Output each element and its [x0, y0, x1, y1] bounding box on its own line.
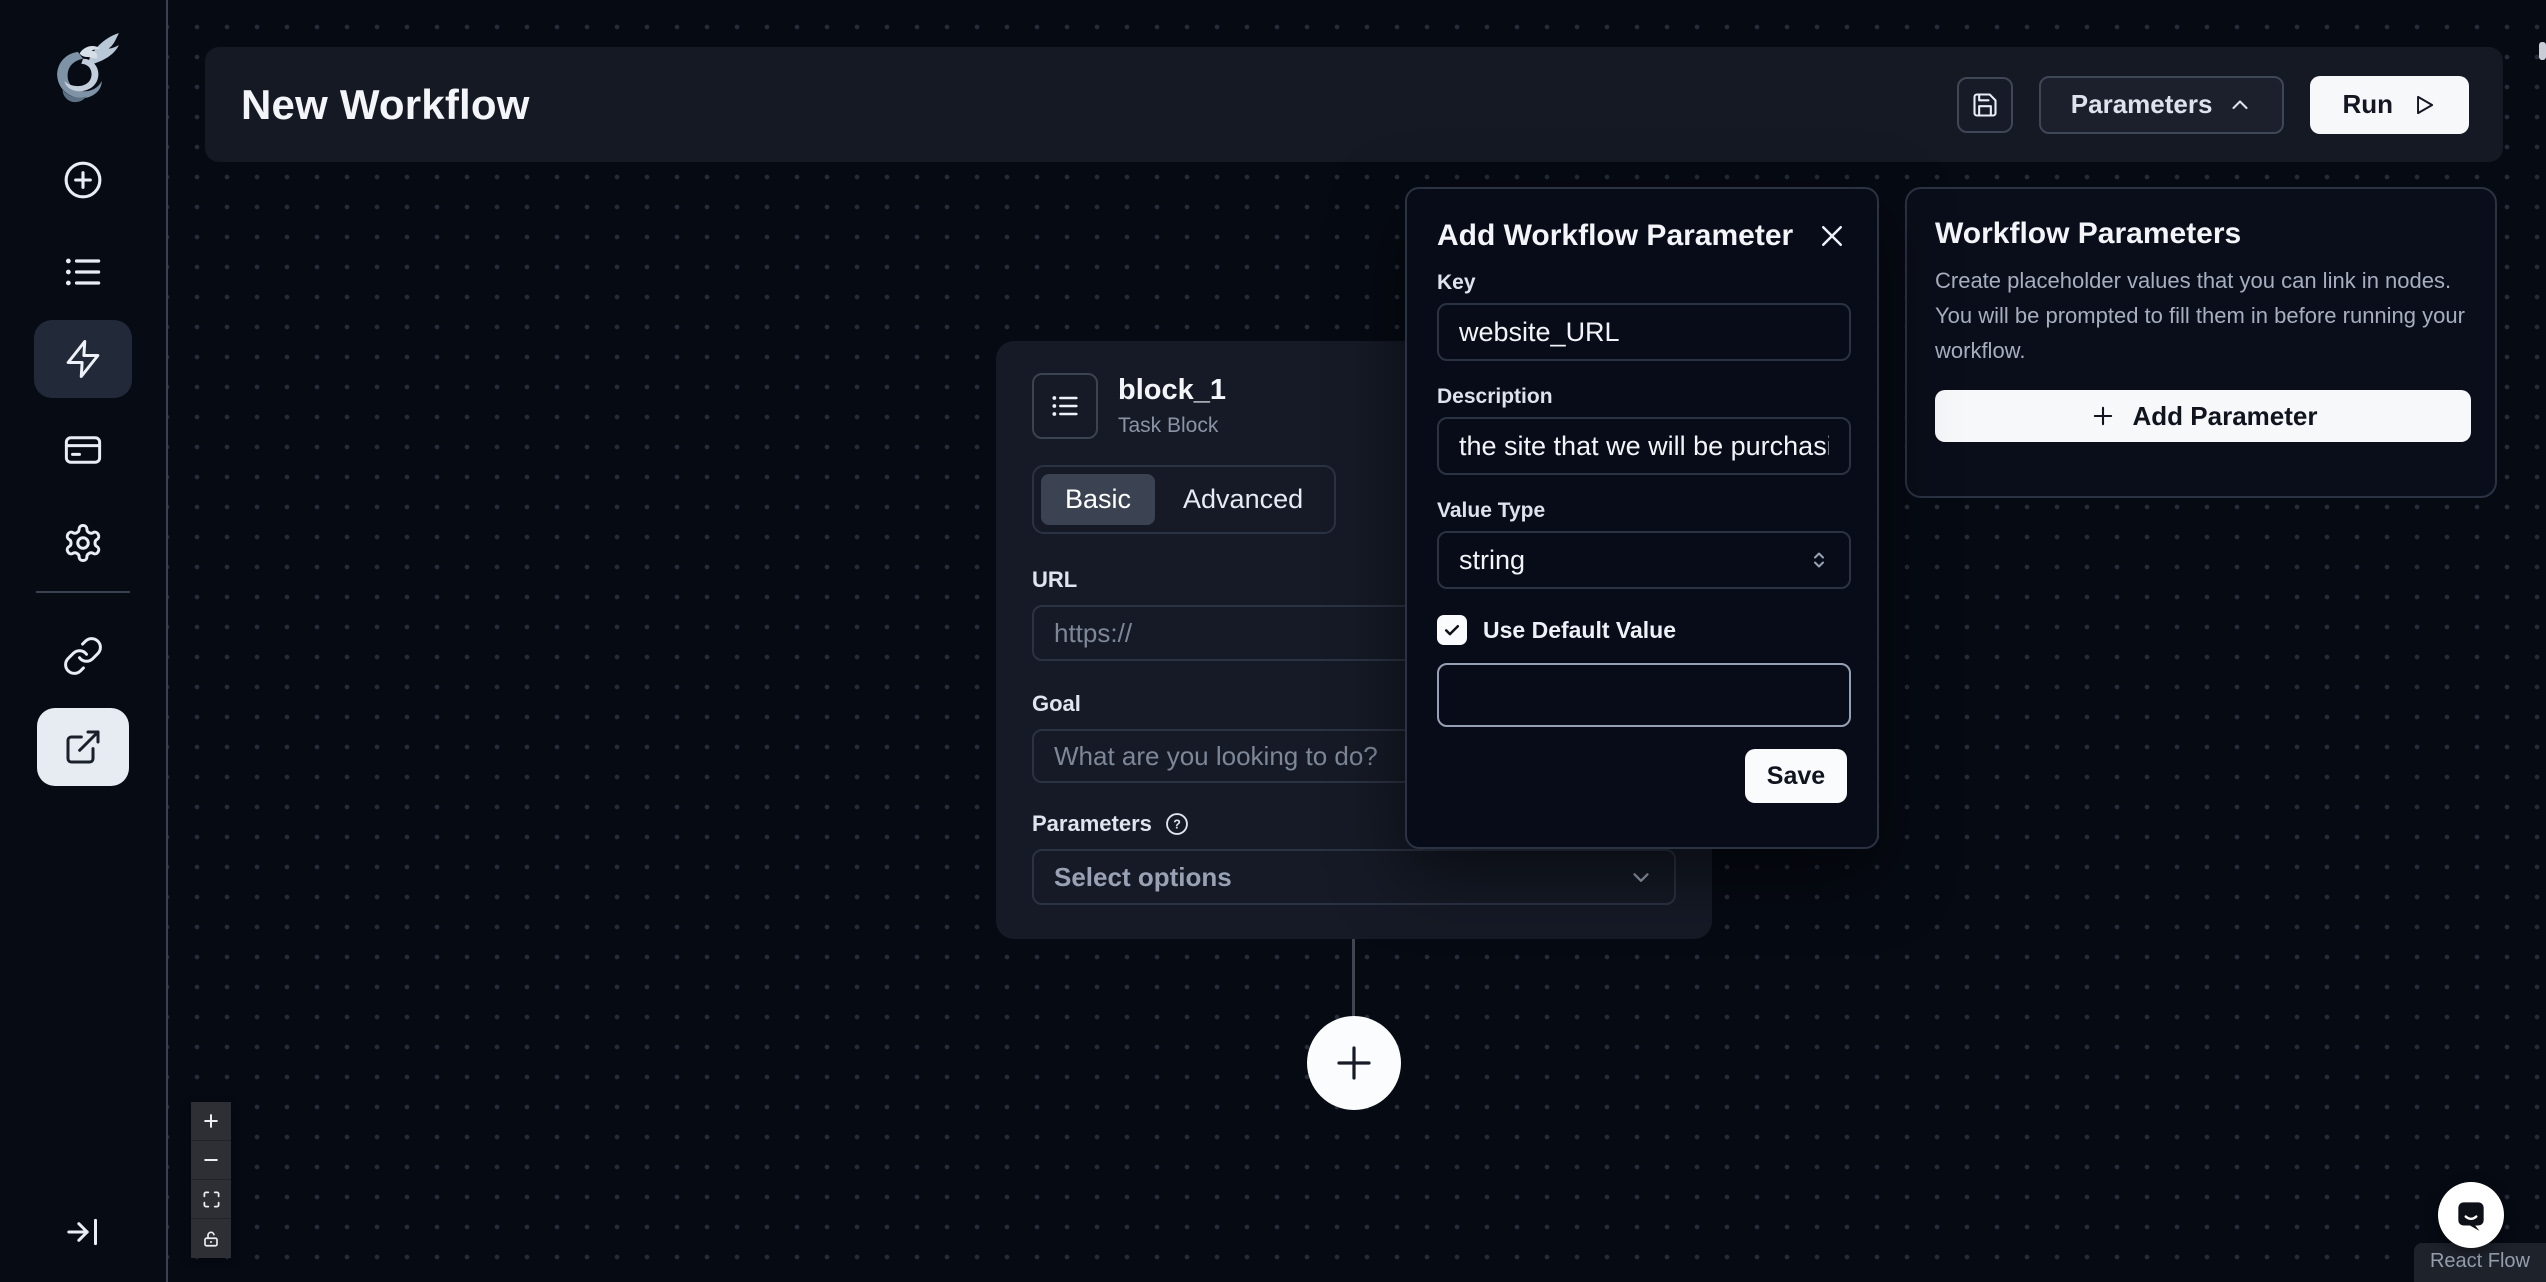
- plus-circle-icon: [61, 158, 105, 202]
- sidebar-item-billing[interactable]: [57, 424, 109, 476]
- modal-title: Add Workflow Parameter: [1437, 219, 1793, 253]
- add-workflow-parameter-modal: Add Workflow Parameter Key Description V…: [1405, 187, 1879, 849]
- add-parameter-label: Add Parameter: [2133, 401, 2318, 432]
- default-value-input[interactable]: [1437, 663, 1851, 727]
- key-label: Key: [1437, 271, 1847, 295]
- workflow-header: New Workflow Parameters Run: [205, 47, 2503, 162]
- zoom-out-button[interactable]: [191, 1141, 231, 1180]
- credit-card-icon: [62, 429, 104, 471]
- run-button-label: Run: [2342, 89, 2393, 120]
- value-type-label: Value Type: [1437, 499, 1847, 523]
- plus-icon: [2089, 402, 2117, 430]
- dragon-logo-icon: [41, 28, 125, 110]
- value-type-selected: string: [1459, 545, 1525, 576]
- sidebar-divider: [36, 591, 130, 593]
- parameters-select[interactable]: Select options: [1032, 849, 1676, 905]
- flow-controls: [191, 1102, 231, 1258]
- react-flow-attribution[interactable]: React Flow: [2414, 1243, 2546, 1282]
- sidebar: [0, 0, 168, 1282]
- close-icon[interactable]: [1817, 221, 1847, 251]
- value-type-select[interactable]: string: [1437, 531, 1851, 589]
- use-default-value-label[interactable]: Use Default Value: [1483, 617, 1676, 644]
- support-chat-button[interactable]: [2438, 1182, 2504, 1248]
- panel-description: Create placeholder values that you can l…: [1935, 263, 2475, 368]
- scrollbar-thumb[interactable]: [2539, 42, 2546, 60]
- link-icon: [62, 635, 104, 677]
- list-icon: [1049, 390, 1081, 422]
- sidebar-item-runs[interactable]: [57, 246, 109, 298]
- sidebar-collapse-button[interactable]: [57, 1206, 109, 1258]
- parameters-label: Parameters: [1032, 811, 1152, 837]
- save-icon: [1971, 91, 1999, 119]
- use-default-value-row[interactable]: Use Default Value: [1437, 615, 1847, 645]
- parameters-toggle-button[interactable]: Parameters: [2039, 76, 2285, 134]
- fit-view-button[interactable]: [191, 1180, 231, 1219]
- zoom-in-button[interactable]: [191, 1102, 231, 1141]
- workflow-title[interactable]: New Workflow: [241, 81, 530, 129]
- flow-edge: [1352, 939, 1355, 1016]
- chevron-up-icon: [2228, 93, 2252, 117]
- block-icon-box: [1032, 373, 1098, 439]
- key-input[interactable]: [1437, 303, 1851, 361]
- sidebar-item-settings[interactable]: [57, 517, 109, 569]
- block-type: Task Block: [1118, 414, 1226, 438]
- description-input[interactable]: [1437, 417, 1851, 475]
- sidebar-item-external-active[interactable]: [37, 708, 129, 786]
- chat-messenger-icon: [2452, 1196, 2490, 1234]
- block-title-group: block_1 Task Block: [1118, 374, 1226, 438]
- sidebar-item-create[interactable]: [57, 154, 109, 206]
- save-workflow-button[interactable]: [1957, 77, 2013, 133]
- tab-advanced[interactable]: Advanced: [1159, 474, 1327, 525]
- add-block-button[interactable]: [1307, 1016, 1401, 1110]
- list-icon: [61, 250, 105, 294]
- external-link-icon: [63, 727, 103, 767]
- sidebar-item-workflows-active[interactable]: [34, 320, 132, 398]
- play-icon: [2411, 92, 2437, 118]
- help-circle-icon[interactable]: ?: [1164, 811, 1190, 837]
- lock-button[interactable]: [191, 1219, 231, 1258]
- panel-title: Workflow Parameters: [1935, 217, 2467, 251]
- chevron-down-icon: [1628, 864, 1654, 890]
- plus-icon: [201, 1111, 221, 1131]
- sidebar-item-integrations[interactable]: [57, 630, 109, 682]
- modal-save-button[interactable]: Save: [1745, 749, 1847, 803]
- tab-basic[interactable]: Basic: [1041, 474, 1155, 525]
- chevrons-up-down-icon: [1807, 548, 1831, 572]
- header-actions: Parameters Run: [1957, 76, 2469, 134]
- check-icon: [1442, 620, 1462, 640]
- skyvern-logo: [41, 28, 125, 110]
- arrow-right-to-line-icon: [63, 1212, 103, 1252]
- parameters-button-label: Parameters: [2071, 89, 2213, 120]
- minus-icon: [201, 1150, 221, 1170]
- gear-icon: [62, 522, 104, 564]
- use-default-value-checkbox[interactable]: [1437, 615, 1467, 645]
- zap-icon: [62, 338, 104, 380]
- block-name[interactable]: block_1: [1118, 374, 1226, 407]
- run-workflow-button[interactable]: Run: [2310, 76, 2469, 134]
- description-label: Description: [1437, 385, 1847, 409]
- plus-icon: [1330, 1039, 1378, 1087]
- block-tabs: Basic Advanced: [1032, 465, 1336, 534]
- parameters-select-placeholder: Select options: [1054, 862, 1232, 893]
- fit-view-icon: [202, 1190, 221, 1209]
- lock-icon: [202, 1230, 220, 1248]
- workflow-parameters-panel: Workflow Parameters Create placeholder v…: [1905, 187, 2497, 498]
- svg-text:?: ?: [1173, 818, 1181, 832]
- add-parameter-button[interactable]: Add Parameter: [1935, 390, 2471, 442]
